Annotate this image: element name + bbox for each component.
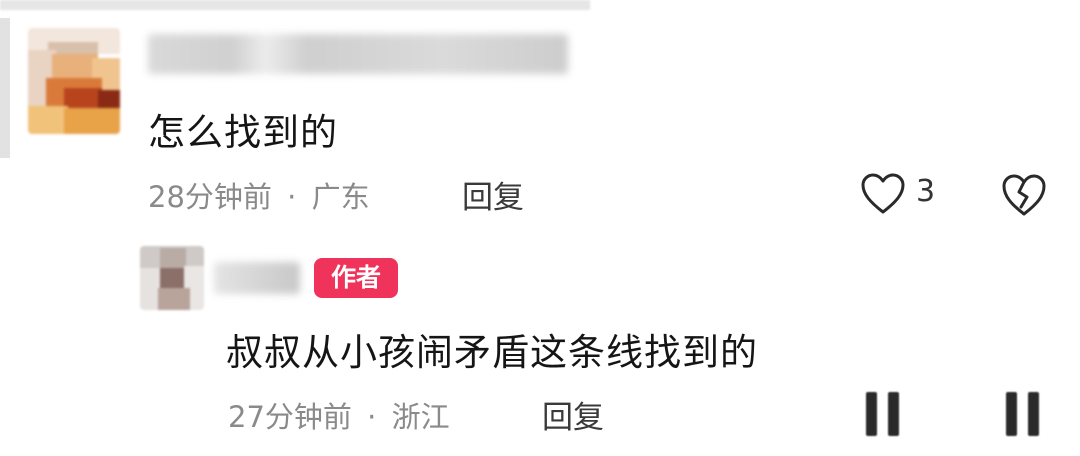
comment-text: 怎么找到的 (148, 111, 338, 154)
cropped-left-edge (0, 18, 10, 158)
cropped-top-divider (0, 0, 590, 10)
comment-time: 28分钟前 (148, 180, 272, 214)
username[interactable] (148, 34, 568, 74)
comment-time: 27分钟前 (228, 400, 352, 434)
avatar[interactable] (28, 28, 120, 134)
comment-text: 叔叔从小孩闹矛盾这条线找到的 (226, 331, 758, 374)
comment-meta: 27分钟前 · 浙江 (228, 394, 450, 436)
username[interactable] (214, 262, 300, 294)
meta-separator: · (287, 180, 297, 214)
cropped-heart-icon[interactable] (864, 392, 902, 436)
heart-outline-icon[interactable] (860, 172, 906, 216)
comment-location: 广东 (311, 180, 370, 214)
author-badge: 作者 (314, 258, 398, 298)
broken-heart-icon[interactable] (1000, 172, 1048, 218)
comment-location: 浙江 (391, 400, 450, 434)
reply-button[interactable]: 回复 (462, 172, 524, 217)
like-count: 3 (916, 174, 936, 209)
cropped-broken-heart-icon[interactable] (1004, 392, 1042, 436)
comment-meta: 28分钟前 · 广东 (148, 174, 370, 216)
reply-button[interactable]: 回复 (542, 392, 604, 437)
comment-section: 怎么找到的 28分钟前 · 广东 回复 3 作者 叔叔从小孩闹矛盾这条线找到的 … (0, 0, 1080, 456)
meta-separator: · (367, 400, 377, 434)
avatar[interactable] (140, 246, 204, 310)
